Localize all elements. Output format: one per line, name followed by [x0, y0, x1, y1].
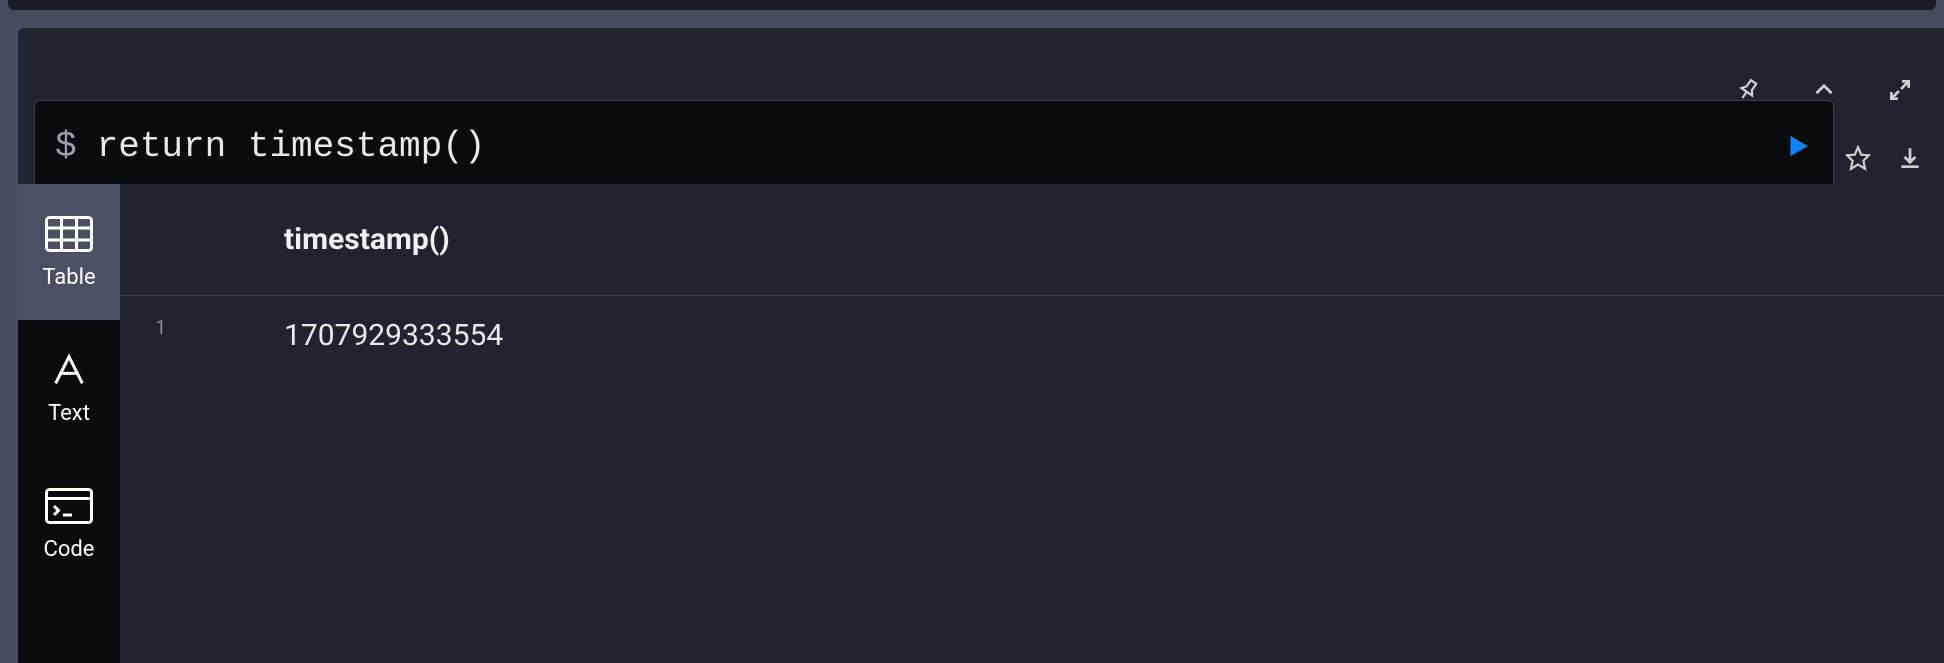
- view-tab-label: Table: [42, 265, 95, 290]
- panel-right-actions: [1896, 144, 1924, 172]
- view-tab-table[interactable]: Table: [18, 184, 120, 320]
- text-icon: [45, 351, 93, 389]
- row-number: 1: [120, 308, 174, 339]
- column-header[interactable]: timestamp(): [174, 222, 450, 257]
- chevron-up-icon[interactable]: [1810, 76, 1838, 104]
- run-button[interactable]: [1783, 131, 1813, 161]
- view-tab-code[interactable]: Code: [18, 456, 120, 592]
- code-icon: [45, 487, 93, 525]
- table-row[interactable]: 1 1707929333554: [120, 296, 1944, 353]
- results-header-row: timestamp(): [120, 184, 1944, 296]
- results-area: timestamp() 1 1707929333554: [120, 184, 1944, 663]
- panel-top-actions: [1734, 76, 1914, 104]
- query-text-input[interactable]: return timestamp(): [97, 126, 1771, 167]
- download-icon[interactable]: [1896, 144, 1924, 172]
- view-tab-text[interactable]: Text: [18, 320, 120, 456]
- prompt-symbol: $: [55, 126, 77, 167]
- view-tab-label: Text: [48, 401, 90, 426]
- view-sidebar: Table Text Code: [18, 184, 120, 663]
- view-tab-label: Code: [44, 537, 95, 562]
- expand-icon[interactable]: [1886, 76, 1914, 104]
- cell-value: 1707929333554: [174, 308, 503, 353]
- pin-icon[interactable]: [1734, 76, 1762, 104]
- table-icon: [45, 215, 93, 253]
- collapsed-panel-bar: [8, 0, 1936, 10]
- star-icon[interactable]: [1844, 144, 1872, 172]
- query-input-bar: $ return timestamp(): [34, 100, 1834, 192]
